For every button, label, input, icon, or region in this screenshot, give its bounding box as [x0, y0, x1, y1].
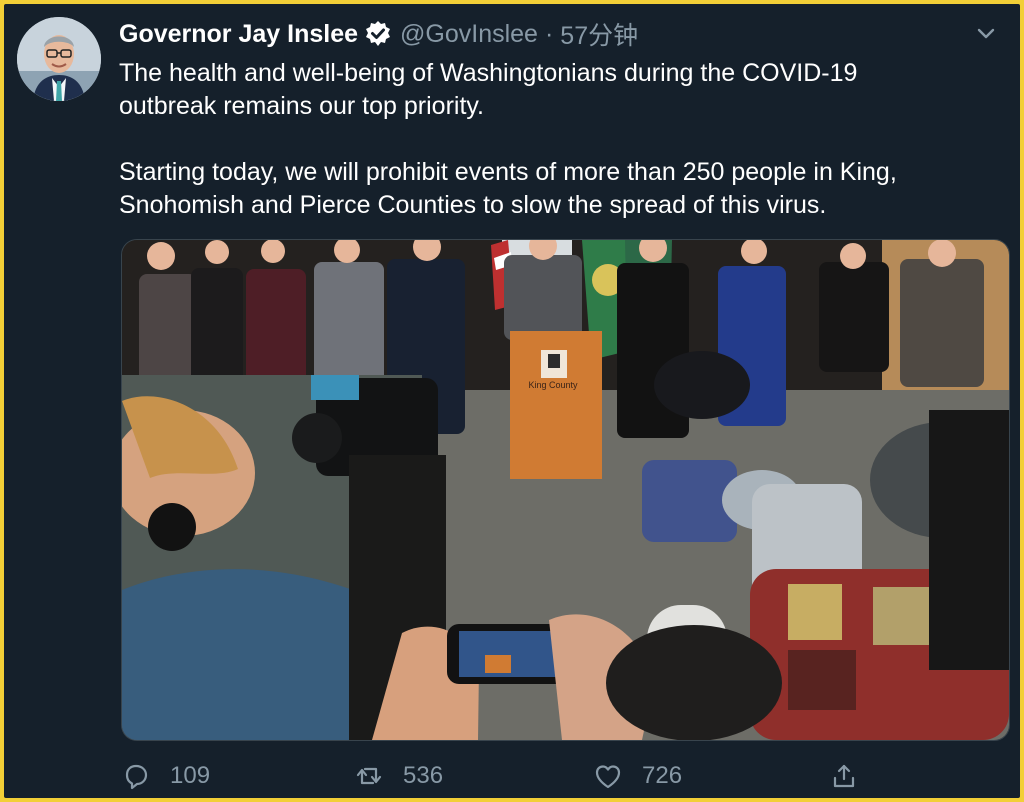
- tweet-photo[interactable]: King County: [121, 239, 1010, 741]
- tweet-timestamp[interactable]: 57分钟: [560, 16, 638, 52]
- share-upload-icon: [833, 764, 855, 788]
- reply-count: 109: [170, 762, 211, 789]
- tweet-text: The health and well-being of Washingtoni…: [119, 59, 897, 219]
- heart-icon: [595, 765, 621, 789]
- avatar[interactable]: [17, 17, 101, 101]
- retweet-arrows-icon: [356, 767, 382, 785]
- tweet-header: Governor Jay Inslee @GovInslee · 57分钟: [119, 16, 638, 52]
- header-separator: ·: [544, 19, 554, 48]
- reply-bubble-icon: [125, 764, 148, 790]
- podium-logo-text: King County: [528, 380, 578, 390]
- like-button[interactable]: 726: [593, 756, 682, 796]
- share-button[interactable]: [829, 756, 878, 796]
- author-handle[interactable]: @GovInslee: [400, 20, 538, 49]
- chevron-down-icon[interactable]: [975, 22, 997, 44]
- retweet-count: 536: [403, 762, 444, 789]
- tweet-actions: 109 536 726: [119, 756, 879, 796]
- verified-badge-icon: [364, 20, 392, 48]
- like-count: 726: [642, 762, 683, 789]
- tweet-card[interactable]: Governor Jay Inslee @GovInslee · 57分钟 Th…: [4, 4, 1020, 798]
- retweet-button[interactable]: 536: [354, 756, 443, 796]
- reply-button[interactable]: 109: [121, 756, 210, 796]
- author-name[interactable]: Governor Jay Inslee: [119, 20, 358, 49]
